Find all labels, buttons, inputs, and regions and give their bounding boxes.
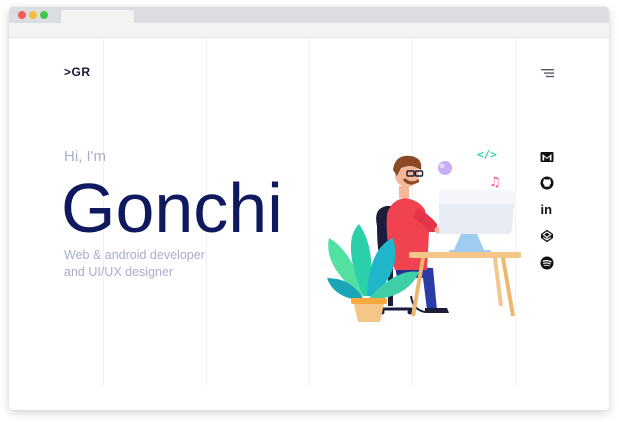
gmail-icon[interactable] — [540, 150, 554, 164]
hero-name: Gonchi — [61, 169, 283, 247]
code-icon: </> — [477, 148, 497, 161]
music-note-icon: ♫ — [489, 175, 501, 190]
minimize-window-button[interactable] — [29, 11, 37, 19]
codepen-icon[interactable] — [540, 229, 554, 243]
grid-line — [309, 38, 310, 387]
linkedin-icon[interactable]: in — [540, 202, 554, 216]
browser-titlebar — [9, 7, 609, 23]
hamburger-menu-icon[interactable] — [541, 65, 555, 78]
github-icon[interactable] — [540, 176, 554, 190]
portfolio-page: >GR Hi, I'm Gonchi Web & android develop… — [9, 38, 609, 410]
role-line: Web & android developer — [64, 248, 205, 262]
browser-tab[interactable] — [61, 10, 134, 23]
site-logo[interactable]: >GR — [64, 65, 91, 79]
hero-role: Web & android developer and UI/UX design… — [64, 247, 244, 281]
linkedin-text: in — [541, 202, 553, 216]
role-line: and UI/UX designer — [64, 265, 174, 279]
close-window-button[interactable] — [18, 11, 26, 19]
maximize-window-button[interactable] — [40, 11, 48, 19]
browser-window: >GR Hi, I'm Gonchi Web & android develop… — [9, 7, 609, 410]
spotify-icon[interactable] — [540, 256, 554, 270]
hero-greeting: Hi, I'm — [64, 148, 107, 165]
purple-bubble-icon — [438, 161, 452, 175]
developer-illustration: </> ♫ — [327, 148, 521, 322]
address-bar[interactable] — [9, 23, 609, 38]
